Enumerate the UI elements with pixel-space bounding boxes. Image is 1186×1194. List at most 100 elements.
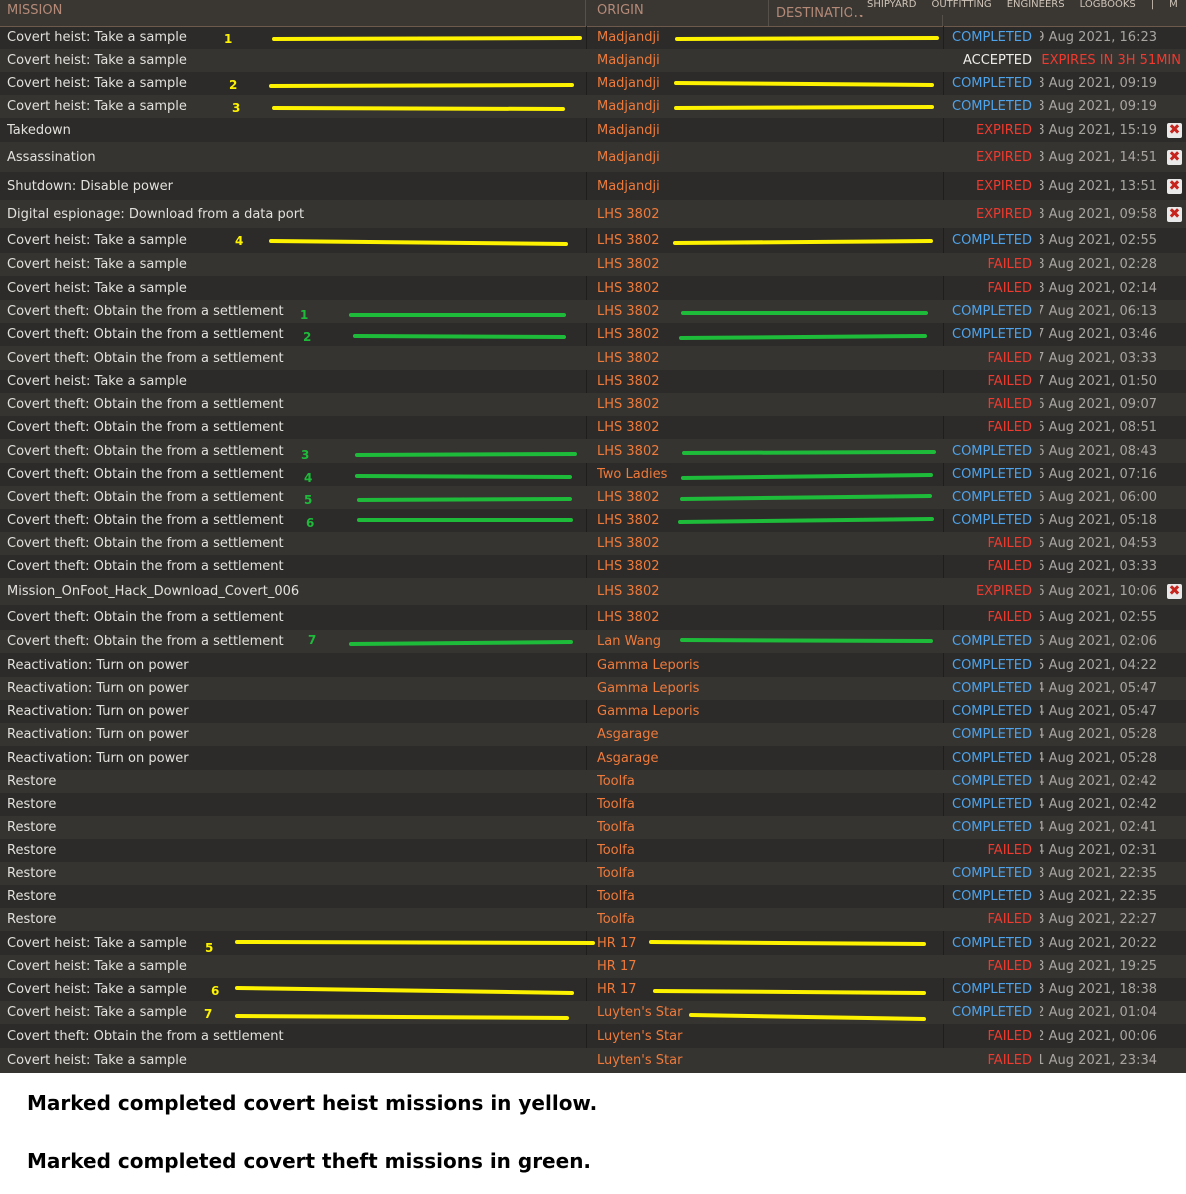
mission-timestamp: 12 Aug 2021, 01:04 xyxy=(1040,1005,1157,1020)
table-row[interactable]: Shutdown: Disable power Madjandji EXPIRED 1… xyxy=(0,172,1186,200)
close-icon[interactable]: ✖ xyxy=(1167,178,1182,194)
status-badge: COMPLETED xyxy=(952,30,1032,45)
status-badge: COMPLETED xyxy=(952,513,1032,528)
mission-origin: Asgarage xyxy=(597,750,659,766)
table-row[interactable]: Covert theft: Obtain the from a settleme… xyxy=(0,532,1186,555)
table-row[interactable]: Restore Toolfa COMPLETED 13 Aug 2021, 22:35 xyxy=(0,862,1186,885)
table-row[interactable]: Takedown Madjandji EXPIRED 18 Aug 2021, 15:… xyxy=(0,118,1186,142)
table-row[interactable]: Covert theft: Obtain the from a settleme… xyxy=(0,555,1186,578)
status-badge: FAILED xyxy=(987,397,1032,412)
table-row[interactable]: Restore Toolfa FAILED 13 Aug 2021, 22:27 xyxy=(0,908,1186,931)
mission-timestamp: 15 Aug 2021, 04:22 xyxy=(1040,657,1157,673)
table-row[interactable]: Covert heist: Take a sample LHS 3802 COMPL… xyxy=(0,228,1186,253)
topnav-item[interactable]: ENGINEERS xyxy=(1007,0,1065,10)
header-mission[interactable]: MISSION xyxy=(0,0,586,26)
topnav-item[interactable]: M xyxy=(1169,0,1178,10)
table-row[interactable]: Covert theft: Obtain the from a settleme… xyxy=(0,630,1186,653)
yellow-marker-number: 7 xyxy=(204,1007,213,1021)
mission-name: Restore xyxy=(7,797,57,812)
status-badge: COMPLETED xyxy=(952,866,1032,881)
mission-origin: LHS 3802 xyxy=(597,536,660,551)
table-row[interactable]: Mission_OnFoot_Hack_Download_Covert_006 L… xyxy=(0,578,1186,605)
mission-origin: Toolfa xyxy=(597,797,635,812)
table-row[interactable]: Covert theft: Obtain the from a settleme… xyxy=(0,463,1186,486)
status-badge: FAILED xyxy=(987,912,1032,927)
table-row[interactable]: Covert theft: Obtain the from a settleme… xyxy=(0,300,1186,323)
status-badge: FAILED xyxy=(987,610,1032,625)
table-row[interactable]: Covert heist: Take a sample LHS 3802 FAILE… xyxy=(0,253,1186,276)
table-row[interactable]: Reactivation: Turn on power Gamma Leporis… xyxy=(0,677,1186,700)
table-row[interactable]: Covert theft: Obtain the from a settleme… xyxy=(0,393,1186,416)
table-row[interactable]: Restore Toolfa COMPLETED 14 Aug 2021, 02:42 xyxy=(0,793,1186,816)
table-row[interactable]: Assassination Madjandji EXPIRED 18 Aug 2021… xyxy=(0,142,1186,172)
close-icon[interactable]: ✖ xyxy=(1167,149,1182,165)
mission-origin: Madjandji xyxy=(597,178,660,194)
status-badge: COMPLETED xyxy=(952,820,1032,835)
mission-origin: Lan Wang xyxy=(597,634,662,649)
table-row[interactable]: Restore Toolfa COMPLETED 14 Aug 2021, 02:41 xyxy=(0,816,1186,839)
mission-origin: LHS 3802 xyxy=(597,420,660,435)
table-row[interactable]: Covert theft: Obtain the from a settleme… xyxy=(0,486,1186,509)
table-row[interactable]: Covert heist: Take a sample Madjandji COMP… xyxy=(0,72,1186,95)
table-row[interactable]: Reactivation: Turn on power Asgarage COMPL… xyxy=(0,723,1186,746)
status-badge: COMPLETED xyxy=(952,797,1032,812)
mission-name: Covert heist: Take a sample xyxy=(7,1005,187,1020)
table-row[interactable]: Covert heist: Take a sample LHS 3802 FAILE… xyxy=(0,370,1186,393)
mission-name: Digital espionage: Download from a data … xyxy=(7,206,305,222)
table-row[interactable]: Covert theft: Obtain the from a settleme… xyxy=(0,509,1186,532)
status-badge: COMPLETED xyxy=(952,490,1032,505)
table-row[interactable]: Reactivation: Turn on power Asgarage COMPL… xyxy=(0,746,1186,770)
table-row[interactable]: Reactivation: Turn on power Gamma Leporis… xyxy=(0,700,1186,723)
status-badge: COMPLETED xyxy=(952,1005,1032,1020)
table-row[interactable]: Covert heist: Take a sample Madjandji COMP… xyxy=(0,26,1186,49)
table-row[interactable]: Covert heist: Take a sample LHS 3802 FAILE… xyxy=(0,276,1186,300)
table-row[interactable]: Covert theft: Obtain the from a settleme… xyxy=(0,605,1186,630)
mission-timestamp: 14 Aug 2021, 02:31 xyxy=(1040,843,1157,858)
table-row[interactable]: Digital espionage: Download from a data … xyxy=(0,200,1186,228)
table-row[interactable]: Covert theft: Obtain the from a settleme… xyxy=(0,439,1186,463)
table-row[interactable]: Covert theft: Obtain the from a settleme… xyxy=(0,323,1186,346)
mission-name: Covert theft: Obtain the from a settleme… xyxy=(7,610,284,625)
table-row[interactable]: Covert heist: Take a sample HR 17 COMPLETE… xyxy=(0,931,1186,955)
table-row[interactable]: Covert theft: Obtain the from a settleme… xyxy=(0,416,1186,439)
mission-origin: HR 17 xyxy=(597,935,637,951)
mission-timestamp: 16 Aug 2021, 10:06 xyxy=(1040,584,1157,599)
table-row[interactable]: Covert heist: Take a sample HR 17 COMPLETE… xyxy=(0,978,1186,1001)
mission-origin: Madjandji xyxy=(597,99,660,114)
table-row[interactable]: Reactivation: Turn on power Gamma Leporis… xyxy=(0,653,1186,677)
table-row[interactable]: Covert heist: Take a sample HR 17 FAILED 13… xyxy=(0,955,1186,978)
green-marker-number: 7 xyxy=(308,633,317,647)
topnav-item[interactable]: | xyxy=(1151,0,1154,10)
table-row[interactable]: Restore Toolfa COMPLETED 14 Aug 2021, 02:42 xyxy=(0,770,1186,793)
close-icon[interactable]: ✖ xyxy=(1167,122,1182,138)
table-row[interactable]: Covert theft: Obtain the from a settleme… xyxy=(0,346,1186,370)
mission-name: Covert heist: Take a sample xyxy=(7,53,187,68)
mission-origin: LHS 3802 xyxy=(597,443,660,459)
mission-timestamp: 13 Aug 2021, 19:25 xyxy=(1040,959,1157,974)
topnav-item[interactable]: SHIPYARD xyxy=(867,0,916,10)
mission-name: Covert heist: Take a sample xyxy=(7,374,187,389)
table-row[interactable]: Covert heist: Take a sample Luyten's Star… xyxy=(0,1048,1186,1073)
table-row[interactable]: Restore Toolfa FAILED 14 Aug 2021, 02:31 xyxy=(0,839,1186,862)
mission-name: Covert theft: Obtain the from a settleme… xyxy=(7,536,284,551)
mission-timestamp: 12 Aug 2021, 00:06 xyxy=(1040,1028,1157,1044)
mission-timestamp: 17 Aug 2021, 03:33 xyxy=(1040,350,1157,366)
status-badge: EXPIRED xyxy=(975,149,1032,165)
mission-name: Covert theft: Obtain the from a settleme… xyxy=(7,420,284,435)
header-origin[interactable]: ORIGIN xyxy=(586,0,769,26)
mission-timestamp: 16 Aug 2021, 02:55 xyxy=(1040,610,1157,625)
mission-origin: Madjandji xyxy=(597,122,660,138)
table-row[interactable]: Covert heist: Take a sample Madjandji ACCE… xyxy=(0,49,1186,72)
close-icon[interactable]: ✖ xyxy=(1167,584,1182,599)
table-row[interactable]: Restore Toolfa COMPLETED 13 Aug 2021, 22:35 xyxy=(0,885,1186,908)
table-row[interactable]: Covert heist: Take a sample Madjandji COMP… xyxy=(0,95,1186,118)
close-icon[interactable]: ✖ xyxy=(1167,206,1182,222)
mission-timestamp: 16 Aug 2021, 04:53 xyxy=(1040,536,1157,551)
topnav-item[interactable]: OUTFITTING xyxy=(931,0,991,10)
status-badge: COMPLETED xyxy=(952,467,1032,482)
table-row[interactable]: Covert heist: Take a sample Luyten's Star… xyxy=(0,1001,1186,1024)
table-row[interactable]: Covert theft: Obtain the from a settleme… xyxy=(0,1024,1186,1048)
status-badge: COMPLETED xyxy=(952,681,1032,696)
mission-origin: Toolfa xyxy=(597,866,635,881)
topnav-item[interactable]: LOGBOOKS xyxy=(1080,0,1136,10)
